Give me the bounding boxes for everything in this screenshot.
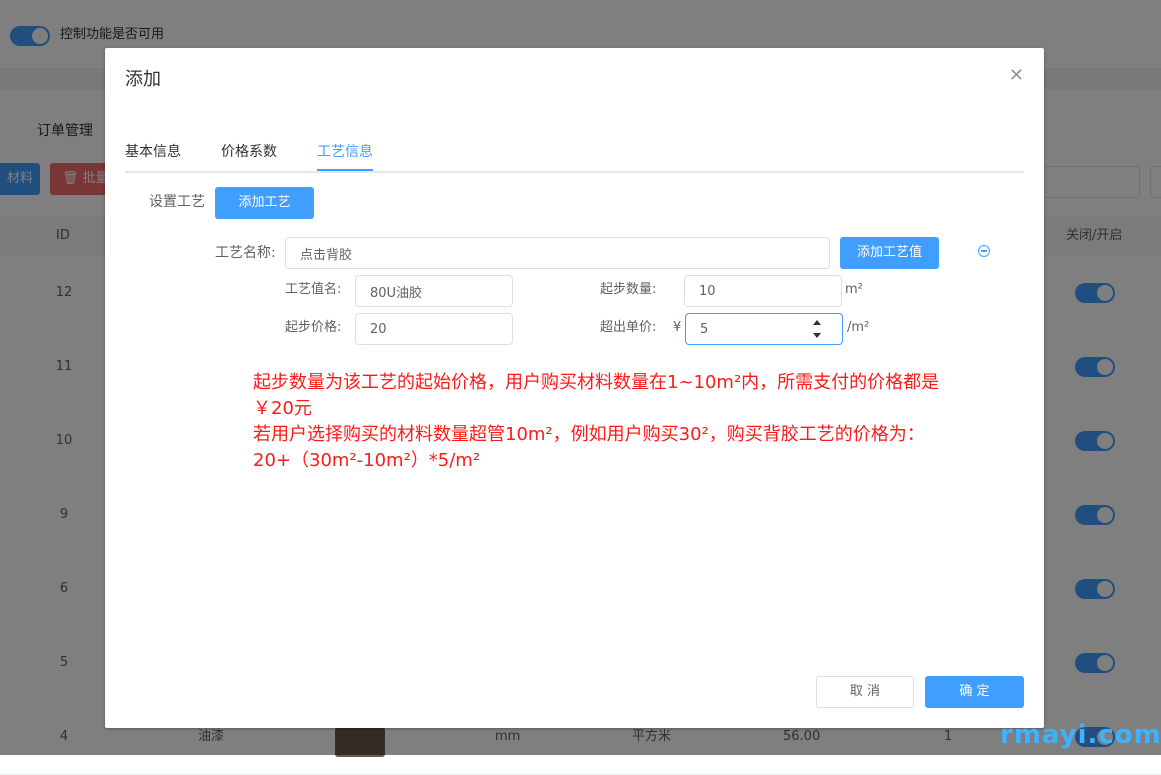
start-qty-unit: m²	[845, 282, 863, 297]
start-price-input[interactable]	[355, 313, 513, 345]
note-line: 若用户选择购买的材料数量超管10m²，例如用户购买30²，购买背胶工艺的价格为：	[253, 424, 925, 445]
craft-value-name-input[interactable]	[355, 275, 513, 307]
set-craft-label: 设置工艺	[149, 194, 205, 210]
craft-name-input[interactable]	[285, 237, 830, 269]
watermark: rmayi.com	[1000, 720, 1161, 750]
start-qty-input[interactable]	[684, 275, 842, 307]
chevron-up-icon[interactable]	[813, 320, 821, 325]
tab-price-factor[interactable]: 价格系数	[221, 141, 277, 163]
craft-value-name-label: 工艺值名:	[285, 282, 342, 297]
currency-symbol: ¥	[673, 320, 682, 335]
add-craft-button[interactable]: 添加工艺	[215, 187, 314, 219]
note-line: ￥20元	[253, 398, 312, 419]
confirm-button[interactable]: 确 定	[925, 676, 1024, 708]
start-qty-label: 起步数量:	[600, 282, 657, 297]
tab-basic-info[interactable]: 基本信息	[125, 141, 181, 163]
craft-name-label: 工艺名称:	[215, 245, 276, 261]
close-icon[interactable]: ✕	[1009, 66, 1024, 86]
add-craft-value-button[interactable]: 添加工艺值	[840, 237, 939, 269]
active-tab-indicator	[317, 169, 373, 171]
dialog-tabs: 基本信息 价格系数 工艺信息	[125, 141, 1024, 173]
note-line: 起步数量为该工艺的起始价格，用户购买材料数量在1~10m²内，所需支付的价格都是	[253, 372, 940, 393]
number-stepper[interactable]	[809, 316, 827, 342]
chevron-down-icon[interactable]	[813, 333, 821, 338]
note-line: 20+（30m²-10m²）*5/m²	[253, 450, 481, 471]
excess-price-unit: /m²	[847, 320, 870, 335]
excess-price-label: 超出单价:	[600, 320, 657, 335]
remove-circle-icon[interactable]	[978, 245, 990, 257]
tab-craft-info[interactable]: 工艺信息	[317, 141, 373, 163]
start-price-label: 起步价格:	[285, 320, 342, 335]
add-dialog: 添加 ✕ 基本信息 价格系数 工艺信息 设置工艺 添加工艺 工艺名称: 添加工艺…	[105, 48, 1044, 728]
cancel-button[interactable]: 取 消	[816, 676, 914, 708]
pricing-annotation: 起步数量为该工艺的起始价格，用户购买材料数量在1~10m²内，所需支付的价格都是…	[253, 370, 1033, 474]
dialog-title: 添加	[125, 69, 161, 90]
